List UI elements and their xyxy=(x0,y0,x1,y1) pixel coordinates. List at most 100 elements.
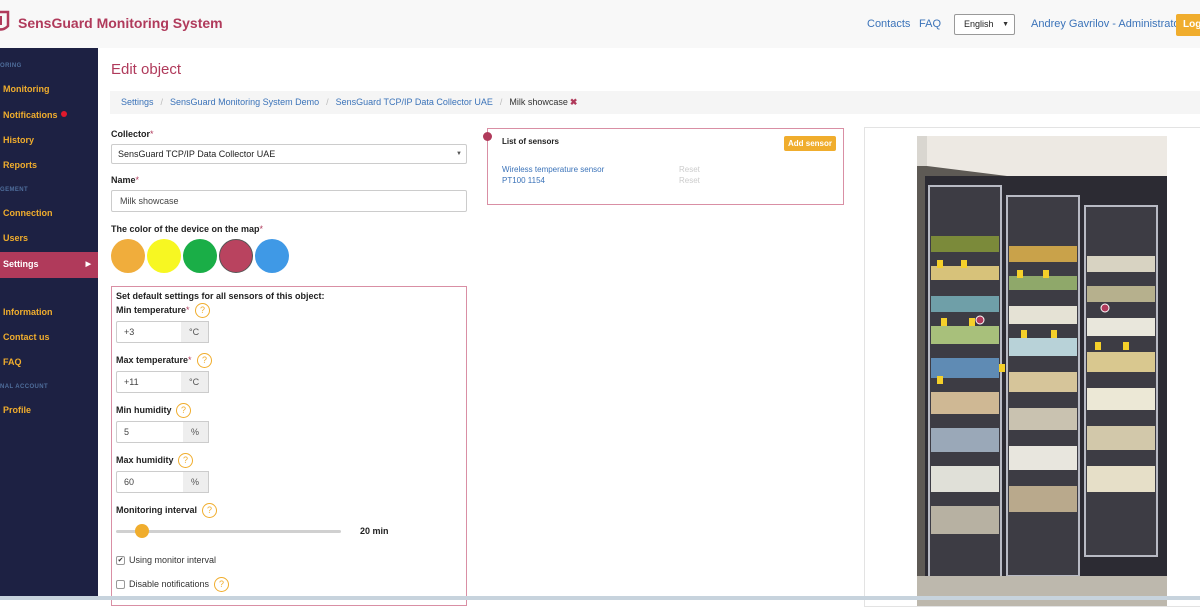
name-input[interactable]: Milk showcase xyxy=(111,190,467,212)
required-mark: * xyxy=(135,175,140,185)
color-label: The color of the device on the map* xyxy=(111,224,263,234)
breadcrumb-settings[interactable]: Settings xyxy=(121,97,154,107)
required-mark: * xyxy=(259,224,264,234)
sidebar-item-settings[interactable]: Settings ▶ xyxy=(0,252,98,278)
sidebar-item-label: Monitoring xyxy=(3,84,50,94)
caret-right-icon: ▶ xyxy=(85,261,91,268)
max-humidity-label: Max humidity xyxy=(116,455,174,465)
monitoring-interval-label: Monitoring interval xyxy=(116,505,197,515)
sidebar-item-contact-us[interactable]: Contact us xyxy=(0,325,98,351)
contacts-link[interactable]: Contacts xyxy=(867,18,910,30)
sidebar-item-users[interactable]: Users xyxy=(0,226,98,252)
sidebar: ORING Monitoring Notifications History R… xyxy=(0,48,98,600)
sidebar-item-monitoring[interactable]: Monitoring xyxy=(0,77,98,103)
using-monitor-interval-checkbox[interactable]: ✔ xyxy=(116,556,125,565)
sensor-reset-button[interactable]: Reset xyxy=(679,176,700,185)
sidebar-item-label: Reports xyxy=(3,160,38,170)
add-sensor-button[interactable]: Add sensor xyxy=(784,136,836,151)
delete-icon[interactable]: ✖ xyxy=(570,97,578,107)
sidebar-item-label: Settings xyxy=(3,259,39,269)
monitoring-interval-slider-handle[interactable] xyxy=(135,524,149,538)
color-swatch-crimson[interactable] xyxy=(219,239,253,273)
humidity-unit: % xyxy=(183,421,209,443)
monitoring-interval-value: 20 min xyxy=(360,526,389,536)
object-photo[interactable] xyxy=(917,136,1167,606)
disable-notifications-checkbox[interactable] xyxy=(116,580,125,589)
disable-notifications-label: Disable notifications xyxy=(129,579,210,589)
min-temperature-label-text: Min temperature xyxy=(116,305,187,315)
required-mark: * xyxy=(188,355,192,365)
collector-select[interactable]: SensGuard TCP/IP Data Collector UAE ▼ xyxy=(111,144,467,164)
defaults-title: Set default settings for all sensors of … xyxy=(116,291,325,301)
sidebar-item-label: Information xyxy=(3,307,53,317)
min-temperature-input[interactable]: +3 xyxy=(116,321,182,343)
brand-title[interactable]: SensGuard Monitoring System xyxy=(18,15,223,31)
monitoring-interval-slider-track[interactable] xyxy=(116,530,341,533)
collector-value: SensGuard TCP/IP Data Collector UAE xyxy=(118,149,276,159)
max-temperature-input[interactable]: +11 xyxy=(116,371,182,393)
sidebar-section-monitoring: ORING xyxy=(0,63,22,69)
page-title: Edit object xyxy=(111,61,182,78)
breadcrumb-separator: / xyxy=(499,97,503,107)
sensors-title: List of sensors xyxy=(502,137,559,146)
temperature-unit: °C xyxy=(181,321,209,343)
sidebar-item-label: Contact us xyxy=(3,332,50,342)
help-icon[interactable]: ? xyxy=(195,303,210,318)
max-temperature-label-text: Max temperature xyxy=(116,355,189,365)
bottom-scrollbar[interactable] xyxy=(0,596,1200,600)
sidebar-item-information[interactable]: Information xyxy=(0,300,98,326)
color-swatch-yellow[interactable] xyxy=(147,239,181,273)
sidebar-item-label: Connection xyxy=(3,208,53,218)
min-temperature-label: Min temperature* xyxy=(116,305,190,315)
breadcrumb-separator: / xyxy=(160,97,164,107)
color-swatch-green[interactable] xyxy=(183,239,217,273)
sensor-link-pt100[interactable]: PT100 1154 xyxy=(502,176,545,185)
sidebar-section-personal-account: NAL ACCOUNT xyxy=(0,384,49,390)
collector-label-text: Collector xyxy=(111,129,151,139)
sensor-reset-button[interactable]: Reset xyxy=(679,165,700,174)
humidity-unit: % xyxy=(183,471,209,493)
language-value: English xyxy=(964,19,994,29)
help-icon[interactable]: ? xyxy=(197,353,212,368)
sidebar-item-connection[interactable]: Connection xyxy=(0,201,98,227)
sidebar-item-label: FAQ xyxy=(3,357,22,367)
sensor-marker-icon xyxy=(483,132,492,141)
chevron-down-icon: ▼ xyxy=(456,151,462,157)
breadcrumb-current: Milk showcase xyxy=(509,97,568,107)
logout-button[interactable]: Log xyxy=(1176,14,1200,36)
notification-dot-icon xyxy=(60,111,67,117)
name-label: Name* xyxy=(111,175,139,185)
help-icon[interactable]: ? xyxy=(202,503,217,518)
color-swatch-blue[interactable] xyxy=(255,239,289,273)
min-humidity-input[interactable]: 5 xyxy=(116,421,184,443)
min-humidity-label: Min humidity xyxy=(116,405,172,415)
max-humidity-input[interactable]: 60 xyxy=(116,471,184,493)
top-navbar: SensGuard Monitoring System Contacts FAQ… xyxy=(0,0,1200,48)
color-swatch-orange[interactable] xyxy=(111,239,145,273)
sidebar-item-label: Users xyxy=(3,233,29,243)
sidebar-item-label: Notifications xyxy=(3,110,58,120)
sidebar-item-history[interactable]: History xyxy=(0,128,98,154)
user-menu-link[interactable]: Andrey Gavrilov - Administrator xyxy=(1031,18,1183,30)
breadcrumb-separator: / xyxy=(326,97,329,107)
breadcrumb-demo[interactable]: SensGuard Monitoring System Demo xyxy=(170,97,319,107)
breadcrumb-collector[interactable]: SensGuard TCP/IP Data Collector UAE xyxy=(336,97,493,107)
help-icon[interactable]: ? xyxy=(214,577,229,592)
required-mark: * xyxy=(186,305,190,315)
sidebar-item-profile[interactable]: Profile xyxy=(0,398,98,424)
collector-label: Collector* xyxy=(111,129,154,139)
sidebar-section-management: GEMENT xyxy=(0,187,29,193)
sensor-link-wireless[interactable]: Wireless temperature sensor xyxy=(502,165,604,174)
fridge-showcase-image xyxy=(917,136,1167,606)
help-icon[interactable]: ? xyxy=(176,403,191,418)
max-temperature-label: Max temperature* xyxy=(116,355,192,365)
sidebar-item-reports[interactable]: Reports xyxy=(0,153,98,179)
required-mark: * xyxy=(150,129,154,139)
help-icon[interactable]: ? xyxy=(178,453,193,468)
faq-link[interactable]: FAQ xyxy=(919,18,941,30)
language-select[interactable]: English ▼ xyxy=(954,14,1015,35)
sidebar-item-faq[interactable]: FAQ xyxy=(0,350,98,376)
sidebar-item-notifications[interactable]: Notifications xyxy=(0,103,98,129)
name-label-text: Name xyxy=(111,175,136,185)
sidebar-item-label: Profile xyxy=(3,405,32,415)
